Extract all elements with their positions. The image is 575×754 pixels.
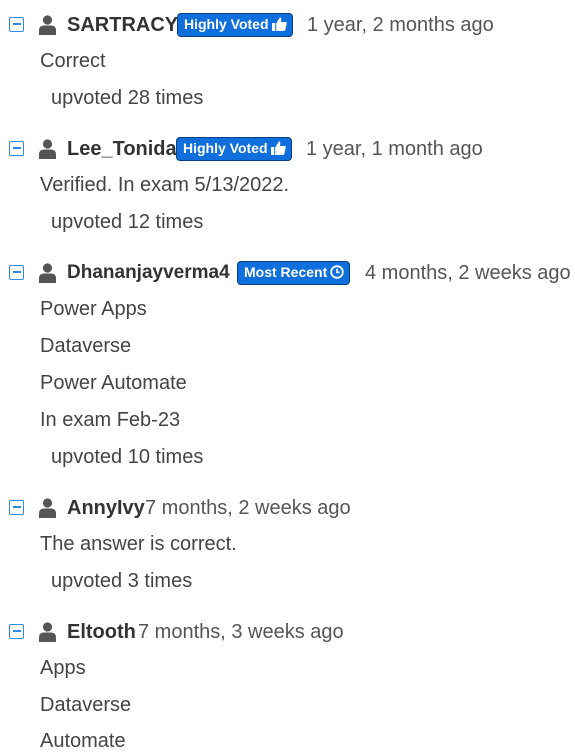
comment-text-line: Dataverse bbox=[40, 694, 132, 716]
user-icon bbox=[39, 263, 56, 283]
collapse-icon[interactable] bbox=[9, 624, 24, 639]
user-icon bbox=[39, 622, 56, 642]
clock-icon bbox=[330, 265, 344, 279]
user-icon bbox=[39, 139, 56, 159]
badge-label: Most Recent bbox=[244, 264, 328, 280]
comment-date: 7 months, 3 weeks ago bbox=[138, 621, 344, 643]
comment-text-line: Power Automate bbox=[40, 372, 187, 394]
comment-date: 7 months, 2 weeks ago bbox=[145, 497, 351, 519]
user-icon bbox=[39, 15, 56, 35]
comment-header: Lee_Tonida Highly Voted 1 year, 1 month … bbox=[0, 134, 575, 164]
username[interactable]: SARTRACY bbox=[67, 12, 178, 38]
comment-text-line: Apps bbox=[40, 657, 86, 679]
comment-header: AnnyIvy 7 months, 2 weeks ago bbox=[0, 493, 575, 523]
collapse-icon[interactable] bbox=[9, 265, 24, 280]
comment-date: 4 months, 2 weeks ago bbox=[365, 262, 571, 284]
badge-label: Highly Voted bbox=[184, 16, 269, 32]
badge-label: Highly Voted bbox=[183, 140, 268, 156]
comment-text-line: Verified. In exam 5/13/2022. bbox=[40, 174, 290, 196]
comment-text-line: In exam Feb-23 bbox=[40, 409, 181, 431]
upvote-count: upvoted 12 times bbox=[51, 211, 204, 233]
username[interactable]: Dhananjayverma4 bbox=[67, 260, 230, 286]
username[interactable]: AnnyIvy bbox=[67, 495, 145, 521]
collapse-icon[interactable] bbox=[9, 141, 24, 156]
comment-date: 1 year, 1 month ago bbox=[306, 138, 483, 160]
comment-text-line: Correct bbox=[40, 50, 106, 72]
comment-text-line: Automate bbox=[40, 730, 126, 752]
collapse-icon[interactable] bbox=[9, 500, 24, 515]
user-icon bbox=[39, 498, 56, 518]
thumbs-up-icon bbox=[271, 17, 287, 31]
most-recent-badge: Most Recent bbox=[237, 261, 351, 285]
comment-header: SARTRACY Highly Voted 1 year, 2 months a… bbox=[0, 10, 575, 40]
highly-voted-badge: Highly Voted bbox=[176, 137, 292, 161]
comment-text-line: Power Apps bbox=[40, 298, 147, 320]
upvote-count: upvoted 28 times bbox=[51, 87, 204, 109]
highly-voted-badge: Highly Voted bbox=[177, 13, 293, 37]
comment-date: 1 year, 2 months ago bbox=[307, 14, 494, 36]
thumbs-up-icon bbox=[270, 141, 286, 155]
comment-header: Eltooth 7 months, 3 weeks ago bbox=[0, 617, 575, 647]
username[interactable]: Eltooth bbox=[67, 619, 136, 645]
username[interactable]: Lee_Tonida bbox=[67, 136, 177, 162]
comment-text-line: The answer is correct. bbox=[40, 533, 237, 555]
upvote-count: upvoted 10 times bbox=[51, 446, 204, 468]
comment-header: Dhananjayverma4 Most Recent 4 months, 2 … bbox=[0, 258, 575, 288]
collapse-icon[interactable] bbox=[9, 17, 24, 32]
upvote-count: upvoted 3 times bbox=[51, 570, 193, 592]
comment-text-line: Dataverse bbox=[40, 335, 132, 357]
